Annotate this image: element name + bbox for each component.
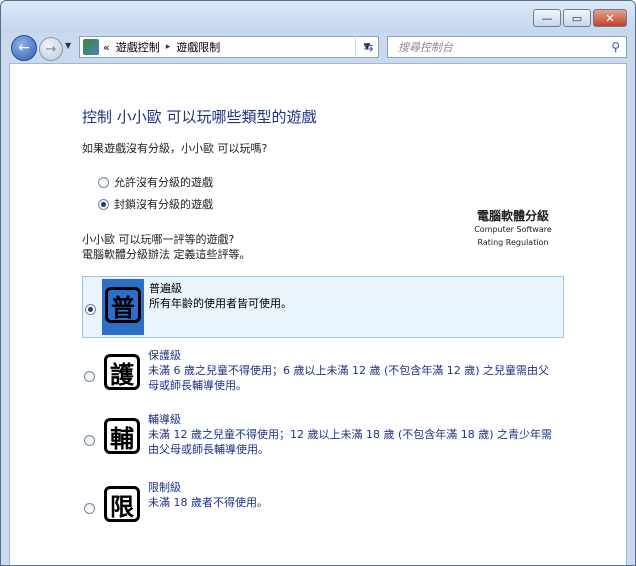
back-button[interactable]: ← bbox=[11, 35, 37, 61]
window-controls: — ▭ ✕ bbox=[531, 9, 627, 27]
rating-restricted-desc: 未滿 18 歲者不得使用。 bbox=[148, 496, 268, 509]
search-icon[interactable]: ⚲ bbox=[611, 40, 620, 54]
radio-selected-dot bbox=[88, 307, 93, 312]
rating-system-name-en2: Rating Regulation bbox=[477, 238, 549, 247]
rating-general-name: 普遍級 bbox=[149, 282, 182, 295]
rating-restricted-text: 限制級 未滿 18 歲者不得使用。 bbox=[148, 480, 560, 510]
breadcrumb-game-controls[interactable]: 遊戲控制 bbox=[116, 39, 160, 55]
rating-parental-guidance-radio[interactable] bbox=[84, 435, 95, 446]
refresh-icon: ⇆ bbox=[363, 40, 374, 54]
search-input[interactable] bbox=[396, 39, 596, 55]
rating-restricted-name: 限制級 bbox=[148, 481, 181, 494]
rating-system-name-en1: Computer Software bbox=[474, 225, 552, 234]
rating-protected-name: 保護級 bbox=[148, 349, 181, 362]
rating-parental-guidance-name: 輔導級 bbox=[148, 413, 181, 426]
rating-protected-badge: 護 bbox=[101, 346, 143, 402]
rating-restricted-radio[interactable] bbox=[84, 503, 95, 514]
content-pane: 控制 小小歐 可以玩哪些類型的遊戲 如果遊戲沒有分級，小小歐 可以玩嗎? 允許沒… bbox=[9, 63, 627, 565]
maximize-icon: ▭ bbox=[571, 11, 583, 25]
radio-selected-dot bbox=[101, 201, 106, 207]
rating-protected-text: 保護級 未滿 6 歲之兒童不得使用；6 歲以上未滿 12 歲 (不包含年滿 12… bbox=[148, 348, 560, 393]
rating-general-desc: 所有年齡的使用者皆可使用。 bbox=[149, 297, 292, 310]
allow-unrated-radio[interactable] bbox=[98, 176, 109, 188]
minimize-icon: — bbox=[541, 11, 553, 25]
rating-question-line1: 小小歐 可以玩哪一評等的遊戲? bbox=[82, 233, 235, 246]
title-bar: — ▭ ✕ bbox=[1, 1, 635, 33]
rating-parental-guidance-badge: 輔 bbox=[101, 410, 143, 466]
arrow-right-icon: → bbox=[45, 41, 57, 57]
restricted-rating-icon: 限 bbox=[104, 486, 140, 522]
rating-general-badge: 普 bbox=[102, 279, 144, 335]
search-box[interactable]: ⚲ bbox=[387, 36, 627, 58]
parental-guidance-rating-icon: 輔 bbox=[104, 418, 140, 454]
arrow-left-icon: ← bbox=[18, 40, 30, 56]
window: — ▭ ✕ ← → ▼ « 遊戲控制 ▸ 遊戲限制 ▼ ⇆ ⚲ 控制 小小歐 可… bbox=[0, 0, 636, 566]
close-icon: ✕ bbox=[605, 11, 615, 25]
rating-restricted-badge: 限 bbox=[101, 478, 143, 534]
page-title: 控制 小小歐 可以玩哪些類型的遊戲 bbox=[82, 108, 317, 126]
block-unrated-option[interactable]: 封鎖沒有分級的遊戲 bbox=[98, 196, 213, 212]
general-rating-icon: 普 bbox=[105, 287, 141, 323]
rating-parental-guidance-text: 輔導級 未滿 12 歲之兒童不得使用；12 歲以上未滿 18 歲 (不包含年滿 … bbox=[148, 412, 560, 457]
rating-parental-guidance-desc: 未滿 12 歲之兒童不得使用；12 歲以上未滿 18 歲 (不包含年滿 18 歲… bbox=[148, 428, 553, 456]
rating-option-general[interactable]: 普 普遍級 所有年齡的使用者皆可使用。 bbox=[82, 276, 564, 338]
refresh-button[interactable]: ⇆ bbox=[355, 36, 381, 58]
block-unrated-label[interactable]: 封鎖沒有分級的遊戲 bbox=[114, 196, 213, 212]
address-bar[interactable]: « 遊戲控制 ▸ 遊戲限制 ▼ bbox=[79, 36, 379, 58]
rating-question-line2: 電腦軟體分級辦法 定義這些評等。 bbox=[82, 248, 251, 261]
rating-option-restricted[interactable]: 限 限制級 未滿 18 歲者不得使用。 bbox=[82, 476, 564, 538]
rating-system-logo: 電腦軟體分級 Computer Software Rating Regulati… bbox=[454, 210, 572, 249]
minimize-button[interactable]: — bbox=[533, 9, 561, 27]
breadcrumb-overflow[interactable]: « bbox=[103, 41, 110, 54]
rating-general-text: 普遍級 所有年齡的使用者皆可使用。 bbox=[149, 281, 561, 311]
breadcrumb-separator-icon[interactable]: ▸ bbox=[166, 42, 171, 52]
recent-pages-dropdown[interactable]: ▼ bbox=[65, 41, 71, 50]
rating-protected-radio[interactable] bbox=[84, 371, 95, 382]
unrated-question: 如果遊戲沒有分級，小小歐 可以玩嗎? bbox=[82, 142, 268, 155]
maximize-button[interactable]: ▭ bbox=[563, 9, 591, 27]
allow-unrated-label[interactable]: 允許沒有分級的遊戲 bbox=[114, 174, 213, 190]
rating-question: 小小歐 可以玩哪一評等的遊戲? 電腦軟體分級辦法 定義這些評等。 bbox=[82, 232, 251, 262]
block-unrated-radio[interactable] bbox=[98, 198, 109, 210]
control-panel-icon bbox=[83, 39, 99, 55]
close-button[interactable]: ✕ bbox=[593, 9, 627, 27]
rating-option-parental-guidance[interactable]: 輔 輔導級 未滿 12 歲之兒童不得使用；12 歲以上未滿 18 歲 (不包含年… bbox=[82, 408, 564, 470]
forward-button[interactable]: → bbox=[39, 37, 63, 61]
protected-rating-icon: 護 bbox=[104, 354, 140, 390]
rating-protected-desc: 未滿 6 歲之兒童不得使用；6 歲以上未滿 12 歲 (不包含年滿 12 歲) … bbox=[148, 364, 550, 392]
navigation-bar: ← → ▼ « 遊戲控制 ▸ 遊戲限制 ▼ ⇆ ⚲ bbox=[1, 33, 635, 63]
rating-general-radio[interactable] bbox=[85, 304, 96, 315]
chevron-down-icon: ▼ bbox=[65, 41, 72, 50]
allow-unrated-option[interactable]: 允許沒有分級的遊戲 bbox=[98, 174, 213, 190]
rating-option-protected[interactable]: 護 保護級 未滿 6 歲之兒童不得使用；6 歲以上未滿 12 歲 (不包含年滿 … bbox=[82, 344, 564, 406]
rating-system-name-zh: 電腦軟體分級 bbox=[476, 209, 549, 223]
breadcrumb-game-restrictions[interactable]: 遊戲限制 bbox=[176, 39, 220, 55]
